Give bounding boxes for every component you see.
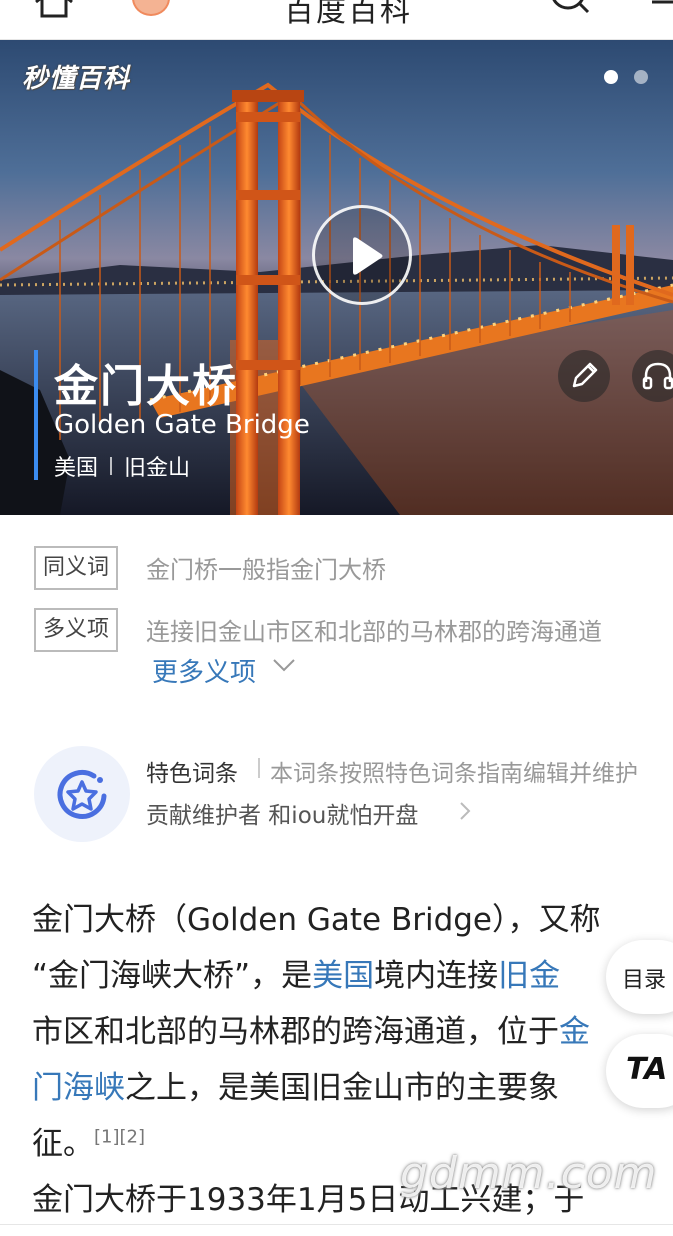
article-line-5: 征。[1][2] <box>32 1118 145 1163</box>
carousel-dot-1[interactable] <box>604 70 618 84</box>
link-golden-gate-strait[interactable]: 金 <box>559 1014 590 1050</box>
article-text: 境内连接 <box>374 958 499 994</box>
article-text: 之上，是美国旧金山市的主要象 <box>125 1070 559 1106</box>
polysemy-label: 多义项 <box>34 608 119 652</box>
home-icon[interactable] <box>34 0 74 18</box>
tag-divider <box>110 457 113 475</box>
chevron-down-icon[interactable] <box>272 656 296 674</box>
divider <box>0 1224 673 1225</box>
featured-title: 特色词条 <box>146 761 238 787</box>
more-meanings-link[interactable]: 更多义项 <box>152 652 256 689</box>
search-icon[interactable] <box>548 0 590 16</box>
featured-description: 本词条按照特色词条指南编辑并维护 <box>270 761 638 787</box>
carousel-dots <box>604 70 648 84</box>
page-subtitle: Golden Gate Bridge <box>54 410 310 440</box>
pencil-icon <box>572 362 598 388</box>
hero-tags: 美国 旧金山 <box>54 450 190 482</box>
featured-divider <box>258 758 260 778</box>
app-title: 百度百科 <box>284 0 412 29</box>
featured-badge <box>34 746 130 842</box>
synonym-text[interactable]: 金门桥一般指金门大桥 <box>146 550 386 585</box>
link-golden-gate-strait-cont[interactable]: 门海峡 <box>32 1070 125 1106</box>
tag-city[interactable]: 旧金山 <box>124 450 190 482</box>
article-line-3: 市区和北部的马林郡的跨海通道，位于金 <box>32 1006 590 1051</box>
top-bar: 百度百科 <box>0 0 673 40</box>
listen-button[interactable] <box>632 350 673 402</box>
article-text: “金门海峡大桥”，是 <box>32 958 313 994</box>
avatar[interactable] <box>132 0 170 16</box>
star-badge-icon <box>57 770 107 819</box>
polysemy-text[interactable]: 连接旧金山市区和北部的马林郡的跨海通道 <box>146 612 602 647</box>
link-usa[interactable]: 美国 <box>312 958 374 994</box>
tag-country[interactable]: 美国 <box>54 450 98 482</box>
article-line-1: 金门大桥（Golden Gate Bridge），又称 <box>32 894 601 939</box>
article-line-2: “金门海峡大桥”，是美国境内连接旧金 <box>32 950 560 995</box>
edit-button[interactable] <box>558 350 610 402</box>
synonym-label: 同义词 <box>34 546 119 590</box>
chevron-right-icon[interactable] <box>458 800 472 822</box>
article-line-4: 门海峡之上，是美国旧金山市的主要象 <box>32 1062 559 1107</box>
play-icon <box>353 237 383 275</box>
ta-button[interactable]: TA <box>606 1034 673 1108</box>
article-text: 金门大桥（Golden Gate Bridge），又称 <box>32 902 601 938</box>
page-title: 金门大桥 <box>54 361 238 412</box>
headphones-icon <box>642 362 673 390</box>
article-text: 征。 <box>32 1126 94 1162</box>
link-san-francisco[interactable]: 旧金 <box>498 958 560 994</box>
toc-button[interactable]: 目录 <box>606 940 673 1014</box>
article-text: 市区和北部的马林郡的跨海通道，位于 <box>32 1014 559 1050</box>
hero-logo: 秒懂百科 <box>22 64 131 94</box>
carousel-dot-2[interactable] <box>634 70 648 84</box>
play-video-button[interactable] <box>312 205 412 305</box>
hero-banner[interactable]: 秒懂百科 金门大桥 Golden Gate Bridge 美国 旧金山 <box>0 40 673 515</box>
menu-icon[interactable] <box>646 0 673 18</box>
title-accent-bar <box>34 350 38 480</box>
reference-marker[interactable]: [1][2] <box>94 1127 145 1148</box>
contributor-link[interactable]: 贡献维护者 和iou就怕开盘 <box>146 796 418 830</box>
watermark: gdmm.com <box>400 1148 658 1199</box>
